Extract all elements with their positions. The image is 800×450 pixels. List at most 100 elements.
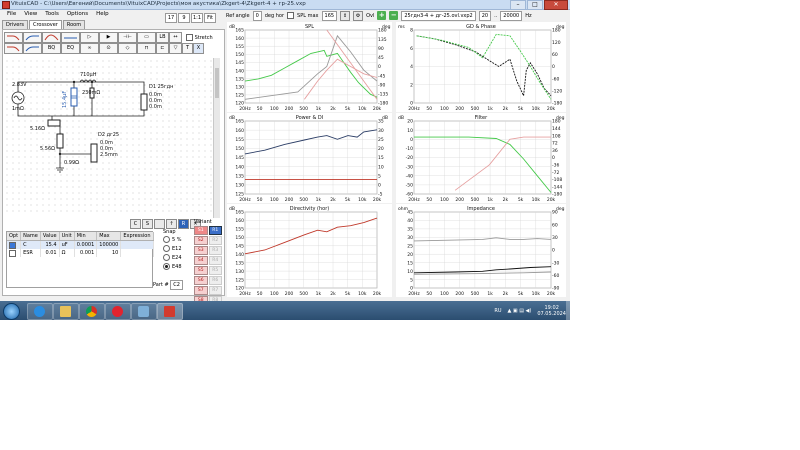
variant-r-button-2[interactable]: R2 xyxy=(208,236,222,245)
taskbar-ie[interactable] xyxy=(27,303,53,320)
menu-file[interactable]: File xyxy=(4,10,19,19)
capacitor-button[interactable]: ⊣⊢ xyxy=(118,32,137,43)
param-value[interactable]: 15.4 xyxy=(40,240,60,249)
allpass-block-button[interactable] xyxy=(61,32,80,43)
table-row[interactable]: ESR 0.01 Ω 0.001 10 xyxy=(7,249,154,257)
variant-s-button-2[interactable]: S2 xyxy=(194,236,208,245)
table-row[interactable]: C 15.4 uF 0.0001 100000 xyxy=(7,240,154,249)
move-up-button[interactable]: ↑ xyxy=(166,219,177,229)
port-button[interactable]: ⊏ xyxy=(156,43,169,54)
param-min[interactable]: 0.001 xyxy=(74,249,98,257)
param-expression[interactable] xyxy=(120,240,154,249)
text-button[interactable]: T xyxy=(182,43,193,54)
highpass2-block-button[interactable] xyxy=(23,43,42,54)
variant-s-button-4[interactable]: S4 xyxy=(194,256,208,265)
transformer-button[interactable]: ⊙ xyxy=(99,43,118,54)
variant-s-button-6[interactable]: S6 xyxy=(194,276,208,285)
freq-to-input[interactable]: 20000 xyxy=(500,10,523,21)
snap-option[interactable]: 5 % xyxy=(163,236,193,245)
settings-part-button[interactable]: S xyxy=(142,219,153,229)
param-max[interactable]: 100000 xyxy=(96,240,122,249)
scrollbar-thumb[interactable] xyxy=(215,68,219,98)
amplifier-button[interactable]: ▶ xyxy=(99,32,118,43)
tab-drivers[interactable]: Drivers xyxy=(2,20,28,29)
param-min[interactable]: 0.0001 xyxy=(74,240,98,249)
close-button[interactable]: ✕ xyxy=(544,0,568,10)
ground-button[interactable]: ▽ xyxy=(169,43,182,54)
param-expression[interactable] xyxy=(120,249,154,257)
spl-max-stepper[interactable]: ⇕ xyxy=(340,10,351,21)
delete-button[interactable]: X xyxy=(193,43,204,54)
menu-view[interactable]: View xyxy=(21,10,40,19)
part-number-input[interactable]: C2 xyxy=(170,280,183,290)
clock[interactable]: 19:02 07.05.2024 xyxy=(537,305,566,317)
biquad-button[interactable]: BQ xyxy=(42,43,61,54)
lowpass-block-button[interactable] xyxy=(4,32,23,43)
highpass-block-button[interactable] xyxy=(23,32,42,43)
snap-radio[interactable] xyxy=(163,236,170,243)
overlay-file-select[interactable]: 25гдн3-4 + дг-25.ovl.vxp2 xyxy=(401,10,476,21)
variant-s-button-5[interactable]: S5 xyxy=(194,266,208,275)
zoom-1to1-button[interactable]: 1:1 xyxy=(191,13,204,23)
maximize-button[interactable]: □ xyxy=(527,0,543,10)
language-indicator[interactable]: RU xyxy=(494,308,501,314)
spl-max-input[interactable]: 165 xyxy=(321,10,338,21)
variant-r-button-6[interactable]: R6 xyxy=(208,276,222,285)
start-button[interactable] xyxy=(3,303,20,320)
menu-options[interactable]: Options xyxy=(64,10,91,19)
grid-step-field[interactable]: 9 xyxy=(178,13,190,23)
lowpass2-block-button[interactable] xyxy=(4,43,23,54)
taskbar-opera[interactable] xyxy=(105,303,131,320)
chart-power-di[interactable]: Power & DI dB dB 165 160 155 150 145 140 135 130 12… xyxy=(227,113,392,203)
param-value[interactable]: 0.01 xyxy=(40,249,60,257)
schematic-canvas[interactable]: 2.83V 1mΩ 15.4μF 710μH 230mΩ D1 25гдн 0.… xyxy=(4,58,216,213)
snap-radio[interactable] xyxy=(163,245,170,252)
buffer-button[interactable]: ▷ xyxy=(80,32,99,43)
spl-max-checkbox[interactable] xyxy=(287,12,295,19)
chart-gd-phase[interactable]: GD & Phase ms deg 8 6 4 2 0 180 120 60 0 -60 -120 -180… xyxy=(396,22,566,112)
variant-r-button-3[interactable]: R3 xyxy=(208,246,222,255)
label-button[interactable]: LB xyxy=(156,32,169,43)
variant-s-button-3[interactable]: S3 xyxy=(194,246,208,255)
show-desktop-button[interactable] xyxy=(566,301,570,320)
inductor-button[interactable]: ∞ xyxy=(80,43,99,54)
tab-crossover[interactable]: Crossover xyxy=(29,20,62,29)
variant-r-button-5[interactable]: R5 xyxy=(208,266,222,275)
taskbar-vituixcad[interactable] xyxy=(157,303,183,320)
taskbar-explorer[interactable] xyxy=(53,303,79,320)
variant-s-button-7[interactable]: S7 xyxy=(194,286,208,295)
freq-from-input[interactable]: 20 xyxy=(478,10,492,21)
opt-checkbox[interactable] xyxy=(9,241,16,249)
snap-option[interactable]: E12 xyxy=(163,245,193,254)
zoom-fit-button[interactable]: Fit xyxy=(204,13,217,23)
blank-part-button[interactable] xyxy=(154,219,165,229)
add-overlay-button[interactable]: + xyxy=(377,11,387,20)
menu-tools[interactable]: Tools xyxy=(42,10,62,19)
snap-option[interactable]: E24 xyxy=(163,254,193,263)
variant-r-button-4[interactable]: R4 xyxy=(208,256,222,265)
chart-spl[interactable]: SPL dB deg 165 160 155 150 145 140 135 130 125 120 18… xyxy=(227,22,392,112)
delay-button[interactable]: ⊓ xyxy=(137,43,156,54)
param-max[interactable]: 10 xyxy=(96,249,122,257)
stretch-option[interactable]: Stretch xyxy=(186,34,213,41)
snap-option[interactable]: E48 xyxy=(163,263,193,272)
schematic-scrollbar[interactable] xyxy=(213,58,220,218)
resistor-button[interactable]: ▭ xyxy=(137,32,156,43)
snap-radio[interactable] xyxy=(163,263,170,270)
chart-filter[interactable]: Filter dB deg 20 10 0 -10 -20 -30 -40 -50 -60 180 144… xyxy=(396,113,566,203)
bandpass-block-button[interactable] xyxy=(42,32,61,43)
tray-icons[interactable]: ▲ ▣ ▤ ◀) xyxy=(508,308,532,314)
opt-checkbox[interactable] xyxy=(9,249,16,257)
remove-overlay-button[interactable]: − xyxy=(389,11,399,20)
wire-button[interactable]: ↔ xyxy=(169,32,182,43)
menu-help[interactable]: Help xyxy=(93,10,112,19)
speaker-button[interactable]: ◇ xyxy=(118,43,137,54)
copy-part-button[interactable]: C xyxy=(130,219,141,229)
ref-angle-input[interactable]: 0 xyxy=(252,10,262,21)
minimize-button[interactable]: – xyxy=(510,0,526,10)
grid-size-field[interactable]: 17 xyxy=(165,13,177,23)
snap-radio[interactable] xyxy=(163,254,170,261)
chart-impedance[interactable]: Impedance ohm deg 45 40 35 30 25 20 15 10 5 0 90 60 30 0… xyxy=(396,204,566,297)
reset-part-button[interactable]: R xyxy=(178,219,189,229)
tab-room[interactable]: Room xyxy=(62,20,86,29)
